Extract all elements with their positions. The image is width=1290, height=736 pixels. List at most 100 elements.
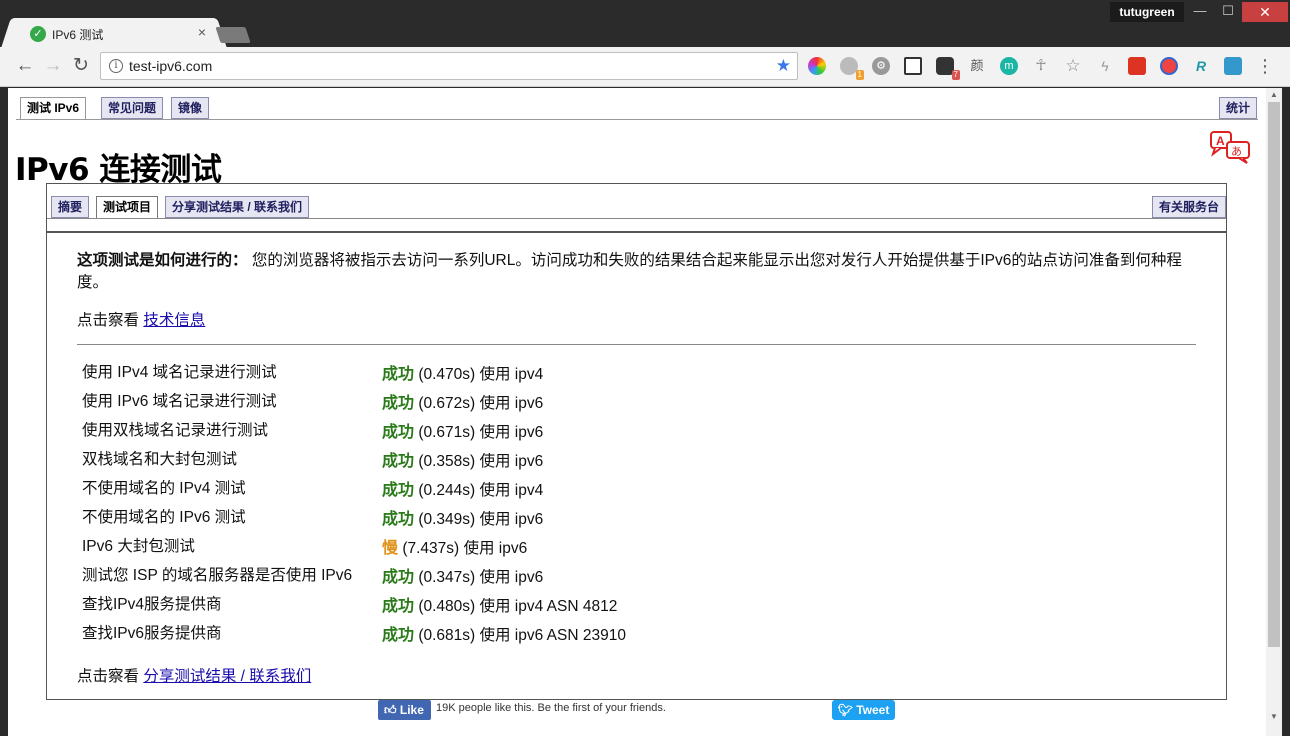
- subtab-helpdesk[interactable]: 有关服务台: [1152, 196, 1226, 218]
- reload-button[interactable]: ↻: [70, 55, 92, 77]
- address-bar[interactable]: i test-ipv6.com ★: [100, 52, 798, 80]
- profile-name[interactable]: tutugreen: [1110, 2, 1184, 22]
- test-row-result: 成功 (0.672s) 使用 ipv6: [382, 389, 543, 413]
- tab-stats[interactable]: 统计: [1219, 97, 1258, 119]
- test-detail: (0.349s) 使用 ipv6: [414, 511, 544, 528]
- m-extension-icon[interactable]: m: [1000, 57, 1018, 75]
- shield-extension-icon[interactable]: [1160, 57, 1178, 75]
- test-row-label: 不使用域名的 IPv6 测试: [82, 509, 246, 526]
- test-status: 成功: [382, 511, 415, 528]
- star-outline-icon[interactable]: ☆: [1064, 57, 1082, 75]
- gear-extension-icon[interactable]: ⚙: [872, 57, 890, 75]
- forward-button[interactable]: →: [42, 55, 64, 77]
- test-detail: (0.358s) 使用 ipv6: [414, 453, 544, 470]
- window-frame-left: [0, 88, 8, 736]
- test-status: 成功: [382, 569, 415, 586]
- test-row-label: 查找IPv6服务提供商: [82, 625, 222, 642]
- test-row-label: 测试您 ISP 的域名服务器是否使用 IPv6: [82, 567, 353, 584]
- twitter-bird-icon: 🐦︎: [837, 703, 853, 717]
- test-row-result: 慢 (7.437s) 使用 ipv6: [382, 534, 527, 558]
- test-row-result: 成功 (0.470s) 使用 ipv4: [382, 360, 543, 384]
- test-row-label: 使用 IPv4 域名记录进行测试: [82, 364, 277, 381]
- ghost-extension-icon[interactable]: 7: [936, 57, 960, 80]
- scrollbar-thumb[interactable]: [1268, 102, 1280, 647]
- test-status: 成功: [382, 453, 415, 470]
- test-status: 成功: [382, 424, 415, 441]
- test-row-result: 成功 (0.244s) 使用 ipv4: [382, 476, 543, 500]
- test-detail: (0.347s) 使用 ipv6: [414, 569, 544, 586]
- facebook-like-button[interactable]: 👍︎ Like: [378, 700, 431, 720]
- tab-mirrors[interactable]: 镜像: [171, 97, 210, 119]
- tab-title: IPv6 测试: [52, 28, 104, 42]
- scroll-down-arrow-icon[interactable]: ▼: [1266, 712, 1282, 724]
- facebook-like-text: 19K people like this. Be the first of yo…: [436, 702, 666, 714]
- test-detail: (7.437s) 使用 ipv6: [398, 540, 528, 557]
- intro-heading: 这项测试是如何进行的：: [77, 252, 248, 269]
- page-viewport: 测试 IPv6 常见问题 镜像 统计 IPv6 连接测试 A あ 摘要 测试项目…: [8, 88, 1266, 736]
- tab-test-ipv6[interactable]: 测试 IPv6: [20, 97, 87, 120]
- test-row-result: 成功 (0.671s) 使用 ipv6: [382, 418, 543, 442]
- r-extension-icon[interactable]: R: [1192, 57, 1210, 75]
- url-text[interactable]: test-ipv6.com: [129, 58, 212, 74]
- svg-text:A: A: [1216, 134, 1225, 148]
- scroll-up-arrow-icon[interactable]: ▲: [1266, 90, 1282, 102]
- bookmark-star-icon[interactable]: ★: [776, 56, 791, 76]
- back-button[interactable]: ←: [14, 55, 36, 77]
- test-status: 成功: [382, 627, 415, 644]
- test-row-result: 成功 (0.347s) 使用 ipv6: [382, 563, 543, 587]
- test-status: 成功: [382, 482, 415, 499]
- ankh-extension-icon[interactable]: ☥: [1032, 57, 1050, 75]
- share-link[interactable]: 分享测试结果 / 联系我们: [143, 668, 311, 685]
- test-status: 成功: [382, 598, 415, 615]
- test-detail: (0.672s) 使用 ipv6: [414, 395, 544, 412]
- extension-badge: 1: [855, 70, 864, 80]
- subtab-divider: [47, 218, 1226, 219]
- test-status: 慢: [382, 540, 399, 557]
- colorwheel-extension-icon[interactable]: [808, 57, 826, 75]
- test-status: 成功: [382, 395, 415, 412]
- browser-toolbar: ← → ↻ i test-ipv6.com ★ 1 ⚙ 7 颜 m ☥ ☆ ϟ …: [0, 47, 1290, 87]
- subtab-summary[interactable]: 摘要: [51, 196, 90, 218]
- extension-badge: 7: [951, 70, 960, 80]
- test-detail: (0.470s) 使用 ipv4: [414, 366, 544, 383]
- minimize-button[interactable]: —: [1186, 2, 1214, 22]
- tech-info-link[interactable]: 技术信息: [143, 312, 205, 329]
- test-row-result: 成功 (0.681s) 使用 ipv6 ASN 23910: [382, 621, 626, 645]
- test-row-label: 使用 IPv6 域名记录进行测试: [82, 393, 277, 410]
- test-status: 成功: [382, 366, 415, 383]
- search-extension-icon[interactable]: 1: [840, 57, 864, 80]
- translate-extension-icon[interactable]: [1224, 57, 1242, 75]
- subtab-share[interactable]: 分享测试结果 / 联系我们: [165, 196, 310, 218]
- new-tab-button[interactable]: [215, 27, 251, 43]
- browser-tab[interactable]: ✓ IPv6 测试 ×: [14, 18, 214, 48]
- test-row-result: 成功 (0.349s) 使用 ipv6: [382, 505, 543, 529]
- test-detail: (0.480s) 使用 ipv4 ASN 4812: [414, 598, 618, 615]
- tech-info-line: 点击察看 技术信息: [77, 308, 205, 330]
- maximize-button[interactable]: ☐: [1214, 2, 1242, 22]
- test-row-label: 使用双栈域名记录进行测试: [82, 422, 269, 439]
- tab-faq[interactable]: 常见问题: [101, 97, 164, 119]
- menu-icon[interactable]: ⋮: [1256, 55, 1274, 77]
- red-extension-icon[interactable]: [1128, 57, 1146, 75]
- section-divider: [47, 231, 1226, 233]
- svg-text:あ: あ: [1231, 145, 1242, 158]
- vertical-scrollbar[interactable]: ▲ ▼: [1266, 88, 1282, 736]
- tweet-button[interactable]: 🐦︎ Tweet: [832, 700, 895, 720]
- tab-close-icon[interactable]: ×: [198, 24, 206, 40]
- bolt-extension-icon[interactable]: ϟ: [1096, 57, 1114, 75]
- results-divider: [77, 344, 1196, 345]
- test-row-result: 成功 (0.480s) 使用 ipv4 ASN 4812: [382, 592, 617, 616]
- like-label: Like: [399, 703, 424, 717]
- test-row-label: 查找IPv4服务提供商: [82, 596, 222, 613]
- text-extension-icon[interactable]: 颜: [968, 57, 986, 75]
- info-icon[interactable]: i: [109, 59, 123, 73]
- test-detail: (0.671s) 使用 ipv6: [414, 424, 544, 441]
- test-row-label: 双栈域名和大封包测试: [82, 451, 238, 468]
- translate-icon[interactable]: A あ: [1209, 130, 1253, 164]
- close-window-button[interactable]: ✕: [1242, 2, 1288, 22]
- qr-code-extension-icon[interactable]: [904, 57, 922, 75]
- window-frame-right: [1282, 88, 1290, 736]
- tweet-label: Tweet: [856, 703, 890, 717]
- subtab-tests[interactable]: 测试项目: [96, 196, 159, 219]
- share-prefix: 点击察看: [77, 668, 144, 685]
